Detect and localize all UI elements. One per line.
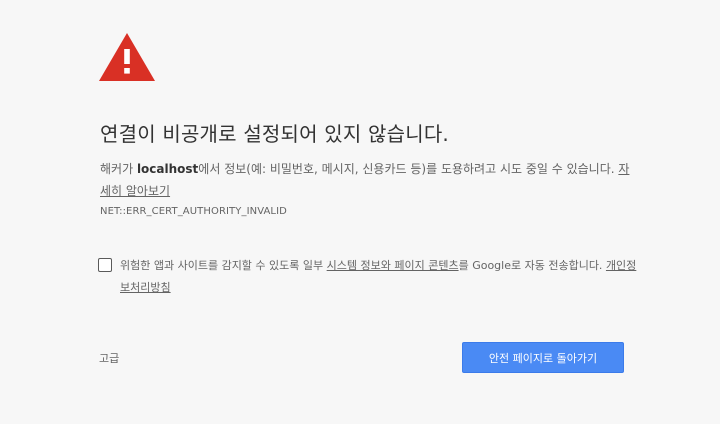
warning-triangle-icon (99, 33, 155, 81)
opt-in-text-middle: 를 Google로 자동 전송합니다. (458, 259, 606, 272)
error-code: NET::ERR_CERT_AUTHORITY_INVALID (100, 206, 287, 217)
back-to-safety-button[interactable]: 안전 페이지로 돌아가기 (462, 342, 624, 373)
host-name: localhost (136, 162, 199, 176)
description-prefix: 해커가 (100, 162, 137, 176)
safe-browsing-checkbox[interactable] (98, 258, 112, 272)
description-suffix: 에서 정보(예: 비밀번호, 메시지, 신용카드 등)를 도용하려고 시도 중일… (198, 162, 619, 176)
page-title: 연결이 비공개로 설정되어 있지 않습니다. (100, 122, 449, 146)
safe-browsing-opt-in: 위험한 앱과 사이트를 감지할 수 있도록 일부 시스템 정보와 페이지 콘텐츠… (120, 255, 640, 299)
system-info-link[interactable]: 시스템 정보와 페이지 콘텐츠 (327, 259, 459, 272)
description: 해커가 localhost에서 정보(예: 비밀번호, 메시지, 신용카드 등)… (100, 158, 640, 202)
opt-in-text-before: 위험한 앱과 사이트를 감지할 수 있도록 일부 (120, 259, 327, 272)
advanced-button[interactable]: 고급 (99, 350, 119, 366)
